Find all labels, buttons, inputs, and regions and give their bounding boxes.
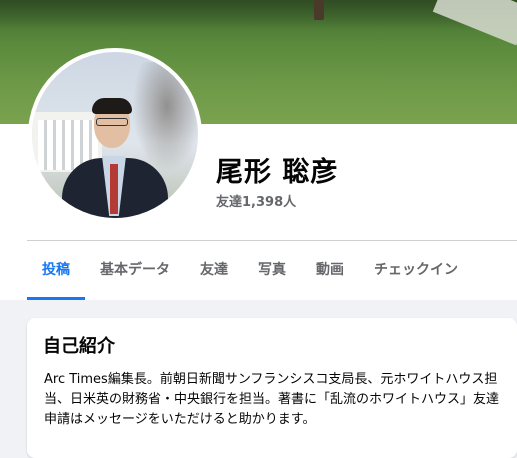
avatar-hair <box>92 98 132 114</box>
tab-videos[interactable]: 動画 <box>301 241 359 300</box>
avatar-image <box>32 52 198 218</box>
cover-tree-trunk <box>314 0 324 20</box>
friends-count-link[interactable]: 友達1,398人 <box>216 191 296 210</box>
tab-posts[interactable]: 投稿 <box>27 241 85 300</box>
avatar-tree <box>132 62 198 172</box>
intro-card: 自己紹介 Arc Times編集長。前朝日新聞サンフランシスコ支局長、元ホワイト… <box>27 318 517 458</box>
avatar-glasses <box>96 118 128 126</box>
intro-title: 自己紹介 <box>43 336 115 357</box>
profile-tabs: 投稿 基本データ 友達 写真 動画 チェックイン <box>27 241 473 301</box>
tab-friends[interactable]: 友達 <box>185 241 243 300</box>
intro-text: Arc Times編集長。前朝日新聞サンフランシスコ支局長、元ホワイトハウス担当… <box>44 372 500 427</box>
tab-photos[interactable]: 写真 <box>243 241 301 300</box>
profile-header: 尾形 聡彦 友達1,398人 投稿 基本データ 友達 写真 動画 チェックイン <box>0 48 517 301</box>
profile-avatar[interactable] <box>28 48 202 222</box>
tab-about[interactable]: 基本データ <box>85 241 185 300</box>
profile-name: 尾形 聡彦 <box>216 157 339 188</box>
avatar-tie <box>110 164 118 214</box>
tab-check-ins[interactable]: チェックイン <box>359 241 473 300</box>
